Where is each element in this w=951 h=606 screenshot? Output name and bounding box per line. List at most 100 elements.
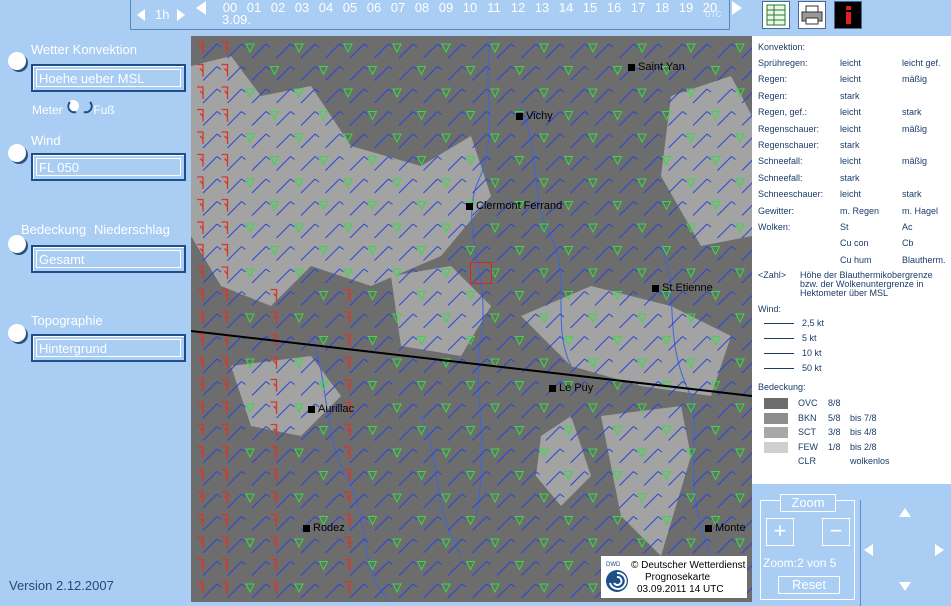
city-rodez: Rodez (303, 522, 345, 534)
wind-select[interactable]: FL 050 (31, 153, 186, 181)
city-saint-yan: Saint Yan (628, 61, 685, 73)
convection-select[interactable]: Hoehe ueber MSL (31, 64, 186, 92)
hour-08[interactable]: 08 (410, 0, 434, 15)
cover-frac: 3/8 (828, 427, 841, 437)
zoom-status: Zoom:2 von 5 (763, 556, 837, 570)
legend-row-a: Cu con (840, 238, 869, 249)
hour-11[interactable]: 11 (482, 0, 506, 15)
hour-16[interactable]: 16 (602, 0, 626, 15)
legend-row-a: leicht (840, 189, 862, 200)
hour-15[interactable]: 15 (578, 0, 602, 15)
unit-meter-label: Meter (32, 103, 63, 117)
hour-09[interactable]: 09 (434, 0, 458, 15)
cover-frac: 5/8 (828, 412, 841, 423)
unit-toggle[interactable]: Meter Fuß (32, 98, 115, 117)
wind-radio[interactable] (8, 144, 26, 162)
legend-row-label: Schneefall: (758, 156, 803, 167)
time-step-control[interactable]: 1h (135, 6, 195, 24)
convection-title: Wetter Konvektion (31, 42, 137, 57)
city-aurillac: Aurillac (308, 403, 354, 415)
legend-row-label: Sprühregen: (758, 58, 808, 68)
grid-view-icon[interactable] (762, 1, 790, 29)
legend-cover-title: Bedeckung: (758, 382, 806, 392)
zoom-in-button[interactable]: + (766, 518, 794, 546)
wind-barb-icon (764, 338, 794, 339)
legend-convection-title: Konvektion: (758, 42, 806, 52)
dwd-line-1: © Deutscher Wetterdienst (631, 560, 746, 571)
hour-05[interactable]: 05 (338, 0, 362, 15)
pan-down-icon[interactable] (899, 582, 911, 591)
hour-04[interactable]: 04 (314, 0, 338, 15)
hour-12[interactable]: 12 (506, 0, 530, 15)
wind-barb-icon (764, 353, 794, 354)
unit-toggle-icon[interactable] (66, 100, 93, 114)
legend-row-a: stark (840, 140, 860, 150)
legend-row-b: mäßig (902, 156, 928, 167)
legend-wind-row: 2,5 kt (802, 318, 825, 328)
selection-marker[interactable] (470, 262, 492, 284)
step-right-icon[interactable] (177, 9, 185, 21)
zoom-out-button[interactable]: − (822, 518, 850, 546)
topo-radio[interactable] (8, 324, 26, 342)
cover-select[interactable]: Gesamt (31, 245, 186, 273)
pan-right-icon[interactable] (935, 544, 944, 556)
svg-text:DWD: DWD (606, 562, 621, 568)
cover-code: SCT (798, 427, 816, 437)
next-hour-icon[interactable] (732, 1, 742, 15)
legend-row-b: Ac (902, 222, 913, 232)
hour-03[interactable]: 03 (290, 0, 314, 15)
legend-row-label: Regen, gef.: (758, 107, 808, 118)
hour-19[interactable]: 19 (674, 0, 698, 15)
date-label: 3.09. (222, 12, 251, 27)
hour-18[interactable]: 18 (650, 0, 674, 15)
legend-row-b: stark (902, 189, 922, 200)
hour-10[interactable]: 10 (458, 0, 482, 15)
cover-range: bis 2/8 (850, 441, 877, 452)
pan-up-icon[interactable] (899, 508, 911, 517)
dwd-line-3: 03.09.2011 14 UTC (637, 584, 724, 595)
legend-row-b: mäßig (902, 123, 928, 134)
legend-row-a: m. Regen (840, 205, 880, 216)
hour-02[interactable]: 02 (266, 0, 290, 15)
step-left-icon[interactable] (137, 9, 145, 21)
legend-row-a: leicht (840, 123, 862, 134)
hour-14[interactable]: 14 (554, 0, 578, 15)
legend-zahl-label: <Zahl> (758, 270, 787, 280)
legend-row-a: stark (840, 172, 860, 183)
info-icon[interactable] (834, 1, 862, 29)
pan-control (860, 500, 951, 606)
cover-swatch (764, 441, 788, 453)
legend-panel: Konvektion: Sprühregen: leicht leicht gef.… (752, 36, 951, 484)
forecast-map[interactable]: Saint Yan Vichy Clermont Ferrand St.Etie… (191, 36, 752, 602)
topo-select[interactable]: Hintergrund (31, 334, 186, 362)
legend-row-b: leicht gef. (902, 58, 941, 68)
cover-title[interactable]: Bedeckung (21, 222, 86, 237)
cover-radio[interactable] (8, 235, 26, 253)
dwd-logo-icon: DWD (603, 559, 631, 595)
convection-radio[interactable] (8, 52, 26, 70)
legend-row-b: Blautherm. (902, 254, 946, 265)
step-label: 1h (155, 7, 170, 22)
legend-wind-title: Wind: (758, 304, 782, 314)
cover-frac: 1/8 (828, 441, 841, 452)
reset-button[interactable]: Reset (778, 576, 840, 594)
cover-code: OVC (798, 398, 818, 408)
hour-07[interactable]: 07 (386, 0, 410, 15)
hour-17[interactable]: 17 (626, 0, 650, 15)
dwd-credit: DWD © Deutscher Wetterdienst Prognosekar… (601, 556, 747, 598)
hour-13[interactable]: 13 (530, 0, 554, 15)
convection-select-value: Hoehe ueber MSL (39, 71, 145, 86)
precip-title[interactable]: Niederschlag (94, 222, 170, 237)
hour-list: 00 01 02 03 04 05 06 07 08 09 10 11 12 13 14 15 16 17 18 19… (218, 0, 718, 15)
printer-icon[interactable] (798, 1, 826, 29)
version-label: Version 2.12.2007 (9, 578, 114, 593)
dwd-line-2: Prognosekarte (645, 572, 711, 583)
hour-06[interactable]: 06 (362, 0, 386, 15)
cover-swatch (764, 456, 788, 467)
prev-hour-icon[interactable] (196, 1, 206, 15)
wind-barb-icon (764, 368, 794, 369)
cover-code: FEW (798, 441, 818, 452)
pan-left-icon[interactable] (864, 544, 873, 556)
legend-row-b: m. Hagel (902, 205, 939, 216)
city-clermont-ferrand: Clermont Ferrand (466, 200, 562, 212)
